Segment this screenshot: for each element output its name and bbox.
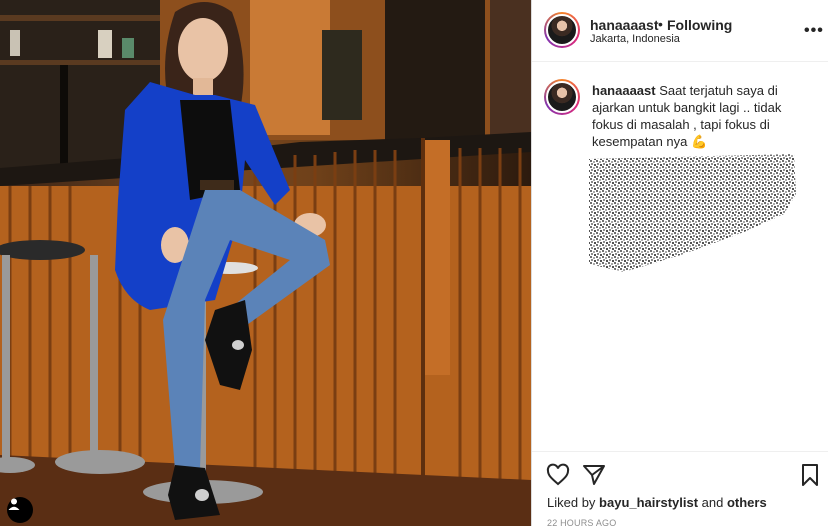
paper-plane-icon[interactable] [582, 463, 606, 487]
user-tag-icon[interactable] [7, 497, 33, 523]
bookmark-icon[interactable] [798, 463, 822, 487]
liked-mid: and [698, 495, 727, 510]
following-button[interactable]: Following [667, 17, 732, 33]
separator-dot: • [658, 16, 663, 32]
liked-user[interactable]: bayu_hairstylist [599, 495, 698, 510]
post-location[interactable]: Jakarta, Indonesia [590, 33, 680, 45]
photo-scene [0, 0, 531, 526]
post-photo[interactable] [0, 0, 531, 526]
author-avatar[interactable] [544, 12, 580, 48]
more-options-icon[interactable]: ••• [804, 22, 824, 40]
post-actions: Liked by bayu_hairstylist and others 22 … [532, 451, 828, 526]
liked-prefix: Liked by [547, 495, 600, 510]
author-username[interactable]: hanaaaast [590, 17, 658, 33]
caption-avatar[interactable] [544, 79, 580, 115]
heart-icon[interactable] [546, 463, 570, 487]
redacted-text-block [589, 154, 796, 272]
post-side-panel: hanaaaast • Following Jakarta, Indonesia… [531, 0, 828, 526]
post-caption: hanaaaast Saat terjatuh saya di ajarkan … [592, 82, 812, 150]
comments-area: hanaaaast Saat terjatuh saya di ajarkan … [532, 63, 828, 450]
likes-summary: Liked by bayu_hairstylist and others [547, 495, 767, 510]
post-header: hanaaaast • Following Jakarta, Indonesia… [532, 0, 828, 62]
liked-others[interactable]: others [727, 495, 767, 510]
caption-username[interactable]: hanaaaast [592, 83, 656, 98]
post-timestamp[interactable]: 22 HOURS AGO [547, 518, 616, 526]
